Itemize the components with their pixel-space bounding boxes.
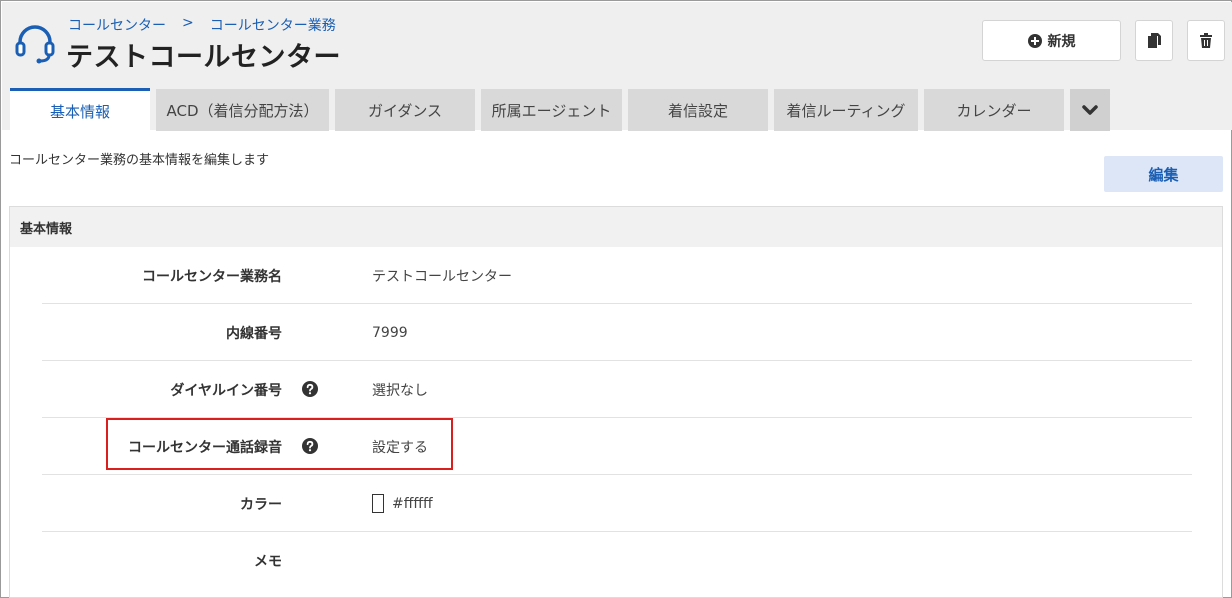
- tab-label: 着信設定: [667, 101, 728, 120]
- field-value: #ffffff: [372, 475, 433, 532]
- field-value: 設定する: [372, 439, 428, 456]
- tab-agents[interactable]: 所属エージェント: [481, 89, 622, 131]
- header-bar: コールセンター > コールセンター業務 テストコールセンター 新規 基本情報 A…: [2, 2, 1232, 131]
- page-title: テストコールセンター: [66, 42, 341, 73]
- field-label: ダイヤルイン番号: [170, 382, 282, 399]
- tab-acd[interactable]: ACD（着信分配方法）: [156, 89, 329, 131]
- breadcrumb-link-callcenter[interactable]: コールセンター: [68, 15, 166, 35]
- basic-info-panel: 基本情報 コールセンター業務名 テストコールセンター 内線番号 7999 ダイヤ…: [9, 206, 1223, 598]
- edit-button-label: 編集: [1148, 165, 1179, 184]
- field-value: テストコールセンター: [372, 268, 512, 285]
- tab-calendar[interactable]: カレンダー: [924, 89, 1064, 131]
- field-label: コールセンター通話録音: [128, 439, 282, 456]
- field-row-memo: メモ: [42, 532, 1192, 589]
- tab-label: ガイダンス: [367, 101, 443, 120]
- page-description: コールセンター業務の基本情報を編集します: [9, 153, 270, 168]
- tab-bar: 基本情報 ACD（着信分配方法） ガイダンス 所属エージェント 着信設定 着信ル…: [10, 88, 1110, 131]
- field-row-business-name: コールセンター業務名 テストコールセンター: [42, 247, 1192, 304]
- help-icon[interactable]: [302, 381, 318, 397]
- tab-label: 所属エージェント: [491, 101, 612, 120]
- tab-label: 着信ルーティング: [786, 101, 906, 120]
- new-button[interactable]: 新規: [982, 20, 1121, 61]
- field-label: コールセンター業務名: [142, 268, 282, 285]
- breadcrumb: コールセンター > コールセンター業務: [68, 15, 336, 35]
- breadcrumb-link-callcenter-business[interactable]: コールセンター業務: [210, 15, 336, 35]
- color-hex-value: #ffffff: [392, 495, 433, 512]
- copy-button[interactable]: [1135, 20, 1173, 61]
- panel-header: 基本情報: [10, 207, 1222, 247]
- color-swatch: [372, 494, 384, 513]
- tab-incoming-settings[interactable]: 着信設定: [628, 89, 768, 131]
- chevron-down-icon: [1082, 104, 1098, 115]
- tab-incoming-routing[interactable]: 着信ルーティング: [774, 89, 918, 131]
- headset-icon: [15, 25, 55, 64]
- field-value: 7999: [372, 324, 408, 341]
- tab-label: カレンダー: [956, 101, 1032, 120]
- field-label: メモ: [254, 553, 282, 570]
- field-label: 内線番号: [226, 325, 282, 342]
- tab-label: 基本情報: [49, 102, 110, 121]
- app-window: コールセンター > コールセンター業務 テストコールセンター 新規 基本情報 A…: [0, 0, 1232, 598]
- panel-title: 基本情報: [20, 221, 73, 237]
- field-row-extension: 内線番号 7999: [42, 304, 1192, 361]
- tab-label: ACD（着信分配方法）: [166, 101, 319, 120]
- plus-circle-icon: [1027, 33, 1042, 48]
- field-label: カラー: [240, 496, 282, 513]
- copy-icon: [1148, 32, 1161, 48]
- edit-button[interactable]: 編集: [1104, 156, 1223, 192]
- breadcrumb-separator: >: [182, 15, 194, 31]
- tab-guidance[interactable]: ガイダンス: [335, 89, 475, 131]
- field-row-color: カラー #ffffff: [42, 475, 1192, 532]
- tab-basic-info[interactable]: 基本情報: [10, 88, 150, 131]
- field-row-dial-in: ダイヤルイン番号 選択なし: [42, 361, 1192, 418]
- new-button-label: 新規: [1047, 33, 1076, 50]
- help-icon[interactable]: [302, 438, 318, 454]
- trash-icon: [1200, 33, 1212, 48]
- delete-button[interactable]: [1187, 20, 1225, 61]
- field-row-call-recording: コールセンター通話録音 設定する: [42, 418, 1192, 475]
- field-value: 選択なし: [372, 382, 428, 399]
- tab-more-button[interactable]: [1070, 89, 1110, 131]
